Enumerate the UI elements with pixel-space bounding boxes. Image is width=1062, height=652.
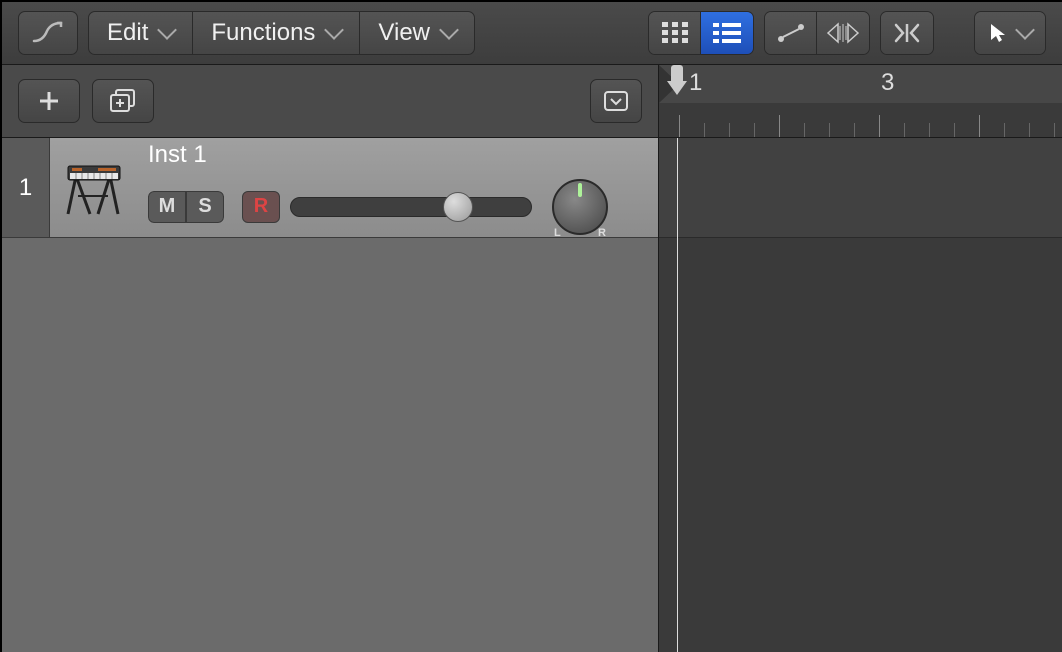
- chevron-down-icon: [325, 20, 345, 40]
- automation-curve-button[interactable]: [18, 11, 78, 55]
- duplicate-track-button[interactable]: [92, 79, 154, 123]
- ruler-marker: 1: [689, 69, 702, 97]
- keyboard-instrument-icon: [62, 156, 126, 220]
- list-icon: [713, 23, 741, 43]
- tracks-window: Edit Functions View: [0, 0, 1062, 652]
- pointer-tool-button[interactable]: [975, 12, 1045, 54]
- main-area: 1: [2, 138, 1062, 652]
- track-number: 1: [2, 138, 50, 237]
- volume-thumb[interactable]: [443, 192, 473, 222]
- pan-right-label: R: [598, 227, 606, 239]
- menu-label: Edit: [107, 19, 148, 47]
- chevron-down-icon: [439, 20, 459, 40]
- view-menu[interactable]: View: [360, 12, 474, 54]
- flex-button[interactable]: [817, 12, 869, 54]
- chevron-down-icon: [157, 20, 177, 40]
- pointer-icon: [988, 22, 1008, 44]
- add-track-button[interactable]: [18, 79, 80, 123]
- instrument-icon[interactable]: [50, 138, 138, 237]
- track-header-config-button[interactable]: [590, 79, 642, 123]
- catch-group: [880, 11, 934, 55]
- volume-slider[interactable]: [290, 197, 532, 217]
- pan-knob[interactable]: L R: [552, 179, 608, 235]
- arrange-area[interactable]: [659, 138, 1062, 652]
- view-mode-group: [648, 11, 754, 55]
- tool-group: [974, 11, 1046, 55]
- grid-view-button[interactable]: [649, 12, 701, 54]
- record-enable-button[interactable]: R: [242, 191, 280, 223]
- mute-button[interactable]: M: [148, 191, 186, 223]
- chevron-down-icon: [1015, 20, 1035, 40]
- playhead[interactable]: [667, 65, 687, 91]
- track-name[interactable]: Inst 1: [148, 141, 648, 169]
- menu-label: Functions: [211, 19, 315, 47]
- plus-icon: [36, 88, 62, 114]
- solo-button[interactable]: S: [186, 191, 224, 223]
- duplicate-icon: [108, 88, 138, 114]
- catch-playhead-icon: [892, 22, 922, 44]
- automation-button[interactable]: [765, 12, 817, 54]
- edit-menu[interactable]: Edit: [89, 12, 193, 54]
- grid-icon: [662, 22, 688, 44]
- functions-menu[interactable]: Functions: [193, 12, 360, 54]
- catch-playhead-button[interactable]: [881, 12, 933, 54]
- menu-group: Edit Functions View: [88, 11, 475, 55]
- list-view-button[interactable]: [701, 12, 753, 54]
- dropdown-box-icon: [603, 90, 629, 112]
- track-list: 1: [2, 138, 659, 652]
- automation-curve-icon: [31, 21, 65, 45]
- automation-icon: [776, 22, 806, 44]
- flex-icon: [826, 22, 860, 44]
- menu-label: View: [378, 19, 430, 47]
- playhead-line: [677, 138, 678, 652]
- ruler-marker: 3: [881, 69, 894, 97]
- subheader: 1 3: [2, 65, 1062, 138]
- track-row[interactable]: 1: [2, 138, 658, 238]
- automation-group: [764, 11, 870, 55]
- arrange-track-lane[interactable]: [659, 138, 1062, 238]
- timeline-ruler[interactable]: 1 3: [659, 65, 1062, 137]
- track-header-controls: [2, 65, 659, 137]
- pan-left-label: L: [554, 227, 561, 239]
- toolbar: Edit Functions View: [2, 2, 1062, 65]
